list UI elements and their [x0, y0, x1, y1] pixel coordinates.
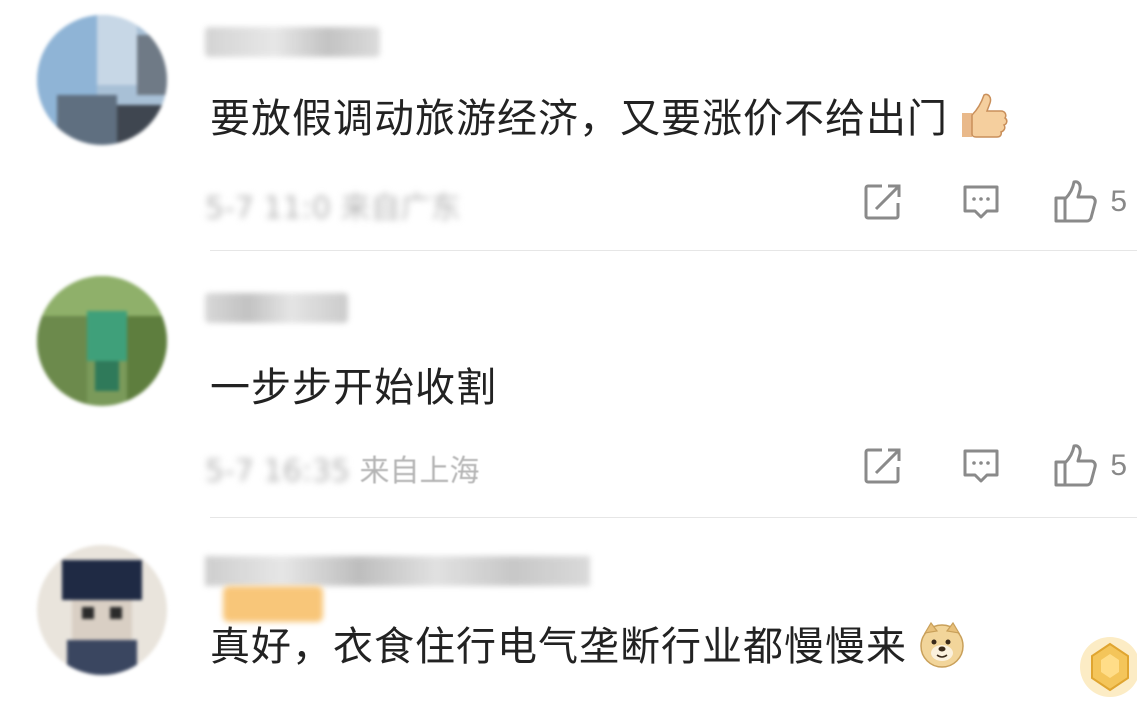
- comment-time: 5-7 16:35: [205, 454, 350, 489]
- like-button[interactable]: [1052, 443, 1098, 489]
- username[interactable]: [205, 556, 625, 622]
- comment-actions: 5: [860, 178, 1127, 226]
- thumbs-up-outline-icon: [1054, 180, 1098, 223]
- thumbs-up-emoji-icon: [958, 93, 1008, 149]
- username-text: [205, 556, 590, 586]
- medal-decoration-icon: [1075, 632, 1137, 702]
- like-button[interactable]: [1052, 179, 1098, 225]
- comment-location: 来自广东: [340, 191, 461, 226]
- comment-bubble-icon: [963, 449, 999, 483]
- thumbs-up-outline-icon: [1054, 444, 1098, 487]
- reply-button[interactable]: [958, 179, 1004, 225]
- username[interactable]: [205, 293, 348, 323]
- repost-button[interactable]: [860, 443, 906, 489]
- avatar[interactable]: [37, 545, 167, 675]
- avatar[interactable]: [37, 276, 167, 406]
- share-out-icon: [864, 184, 901, 220]
- share-out-icon: [864, 448, 901, 484]
- comment-meta: 5-7 16:35 来自上海: [205, 446, 480, 490]
- doge-emoji-icon: [917, 619, 967, 679]
- username[interactable]: [205, 27, 380, 57]
- comment-text: 要放假调动旅游经济，又要涨价不给出门: [210, 86, 1008, 149]
- comment-meta: 5-7 11:0 来自广东: [205, 183, 460, 227]
- comment-bubble-icon: [963, 185, 999, 219]
- comment-text-content: 一步步开始收割: [210, 365, 497, 411]
- reply-button[interactable]: [958, 443, 1004, 489]
- comment-text-content: 真好，衣食住行电气垄断行业都慢慢来: [210, 624, 907, 670]
- comment-location: 来自上海: [359, 454, 480, 489]
- comment-actions: 5: [860, 442, 1127, 490]
- divider: [210, 517, 1137, 518]
- comment-text: 真好，衣食住行电气垄断行业都慢慢来: [210, 614, 967, 679]
- like-count: 5: [1110, 185, 1127, 218]
- comment-time: 5-7 11:0: [205, 191, 331, 226]
- repost-button[interactable]: [860, 179, 906, 225]
- comment-text-content: 要放假调动旅游经济，又要涨价不给出门: [210, 96, 948, 142]
- like-count: 5: [1110, 449, 1127, 482]
- avatar[interactable]: [37, 15, 167, 145]
- divider: [210, 250, 1137, 251]
- comment-text: 一步步开始收割: [210, 355, 497, 413]
